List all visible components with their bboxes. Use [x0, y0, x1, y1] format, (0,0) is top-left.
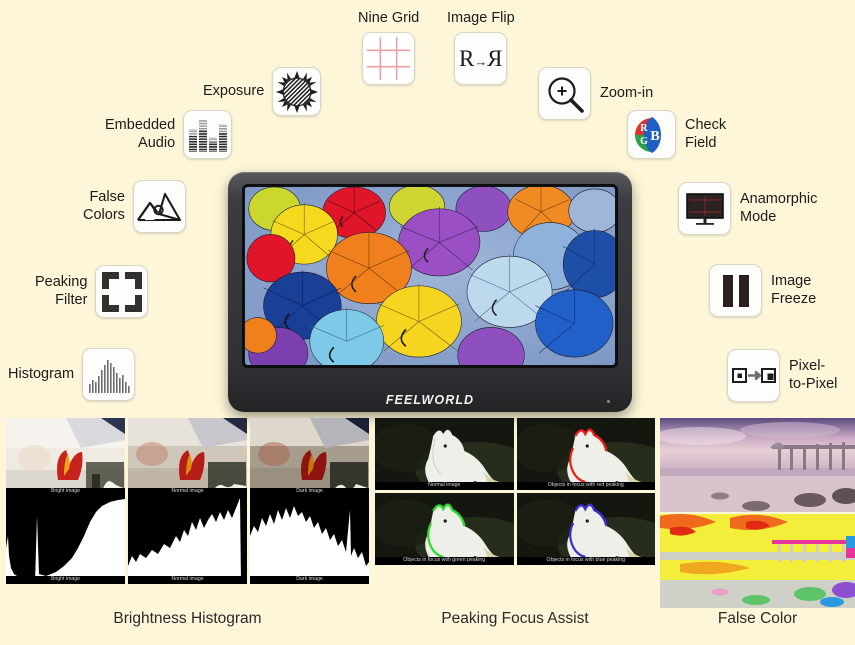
pause-icon[interactable] — [709, 264, 762, 317]
nine-grid-icon[interactable] — [362, 32, 416, 86]
exposure-sun-icon[interactable] — [272, 67, 322, 116]
feature-histogram[interactable]: Histogram — [8, 348, 136, 401]
feature-label-image-freeze: Image Freeze — [771, 273, 817, 307]
histogram-cell-bright: Bright image Bright image — [6, 418, 125, 584]
histogram-cell-normal: Normal image Normal image — [128, 418, 247, 584]
pier-photo-false-color — [660, 514, 855, 608]
histogram-plot-dark: Dark image — [250, 496, 369, 584]
brand-bar: FEELWORLD — [228, 390, 632, 410]
feature-label-embedded-audio: Embedded Audio — [105, 117, 176, 151]
feature-false-colors[interactable]: False Colors — [83, 180, 186, 233]
histogram-sublabel: Dark image — [250, 575, 369, 584]
monitor-inner-bezel — [242, 184, 618, 368]
horse-cell-red-peaking: Objects in focus with red peaking — [516, 418, 655, 490]
caption-brightness-histogram: Brightness Histogram — [113, 610, 262, 627]
image-flip-glyph: R→R — [459, 45, 503, 71]
feature-image-freeze[interactable]: Image Freeze — [709, 264, 816, 317]
peaking-grid: Normal image Objects in focus with red p… — [375, 418, 655, 565]
histogram-plot-bright: Bright image — [6, 496, 125, 584]
mountain-icon[interactable] — [132, 180, 186, 233]
panel-brightness-histogram: Bright image Bright image Normal image N… — [6, 418, 369, 627]
infographic-stage: Nine Grid Image Flip R→R Exposure Embedd… — [0, 0, 855, 645]
feature-label-pixel-to-pixel: Pixel- to-Pixel — [789, 358, 838, 392]
panel-false-color: False Color — [660, 418, 855, 627]
feature-label-nine-grid: Nine Grid — [358, 10, 420, 26]
monitor-screen — [245, 187, 615, 365]
rgb-letter-g: G — [640, 136, 648, 147]
feature-label-false-colors: False Colors — [83, 189, 125, 223]
image-flip-icon[interactable]: R→R — [454, 32, 508, 86]
horse-cell-green-peaking: Objects in focus with green peaking — [375, 493, 514, 565]
horse-cell-normal: Normal image — [375, 418, 514, 490]
rgb-check-field-icon[interactable]: R G B — [627, 110, 676, 159]
rgb-letter-r: R — [640, 123, 648, 134]
histogram-sublabel: Normal image — [128, 575, 247, 584]
panel-peaking-focus-assist: Normal image Objects in focus with red p… — [375, 418, 655, 627]
feature-anamorphic-mode[interactable]: Anamorphic Mode — [678, 182, 817, 235]
rgb-letter-b: B — [650, 129, 659, 144]
feature-peaking-filter[interactable]: Peaking Filter — [35, 265, 149, 318]
feature-nine-grid[interactable]: Nine Grid — [358, 10, 420, 86]
feature-label-histogram: Histogram — [8, 365, 75, 382]
feature-exposure[interactable]: Exposure — [203, 67, 322, 116]
audio-bars-icon[interactable] — [183, 110, 233, 159]
peaking-sublabel: Normal image — [375, 481, 514, 490]
peaking-sublabel: Objects in focus with red peaking — [516, 481, 655, 490]
bottom-panels: Bright image Bright image Normal image N… — [0, 418, 855, 645]
pixel-map-icon[interactable] — [727, 349, 780, 402]
indicator-dot — [607, 400, 610, 403]
focus-brackets-icon[interactable] — [95, 265, 149, 318]
photo-sublabel: Normal image — [128, 487, 247, 496]
leaf-photo-bright: Bright image — [6, 418, 125, 496]
field-monitor-device: FEELWORLD — [228, 172, 632, 412]
horse-cell-blue-peaking: Objects in focus with blue peaking — [516, 493, 655, 565]
feature-pixel-to-pixel[interactable]: Pixel- to-Pixel — [727, 349, 837, 402]
histogram-cell-dark: Dark image Dark image — [250, 418, 369, 584]
histogram-thumb-grid: Bright image Bright image Normal image N… — [6, 418, 369, 584]
feature-check-field[interactable]: R G B Check Field — [627, 110, 726, 159]
feature-embedded-audio[interactable]: Embedded Audio — [105, 110, 233, 159]
peaking-sublabel: Objects in focus with blue peaking — [516, 556, 655, 565]
histogram-plot-normal: Normal image — [128, 496, 247, 584]
feature-label-anamorphic-mode: Anamorphic Mode — [740, 191, 818, 225]
histogram-icon[interactable] — [82, 348, 136, 401]
pier-photo-normal — [660, 418, 855, 512]
feature-label-zoom-in: Zoom-in — [600, 84, 654, 101]
caption-peaking-focus-assist: Peaking Focus Assist — [441, 610, 589, 627]
feature-label-exposure: Exposure — [203, 82, 265, 99]
leaf-photo-dark: Dark image — [250, 418, 369, 496]
umbrellas-photo — [245, 187, 615, 365]
peaking-sublabel: Objects in focus with green peaking — [375, 556, 514, 565]
caption-false-color: False Color — [717, 610, 798, 627]
feature-label-check-field: Check Field — [685, 117, 727, 151]
monitor-icon[interactable] — [678, 182, 731, 235]
magnifier-plus-icon[interactable] — [538, 67, 591, 120]
feature-label-peaking-filter: Peaking Filter — [35, 274, 88, 308]
photo-sublabel: Dark image — [250, 487, 369, 496]
feature-image-flip[interactable]: Image Flip R→R — [447, 10, 515, 86]
histogram-sublabel: Bright image — [6, 575, 125, 584]
brand-label: FEELWORLD — [385, 393, 475, 407]
photo-sublabel: Bright image — [6, 487, 125, 496]
feature-label-image-flip: Image Flip — [447, 10, 515, 26]
leaf-photo-normal: Normal image — [128, 418, 247, 496]
